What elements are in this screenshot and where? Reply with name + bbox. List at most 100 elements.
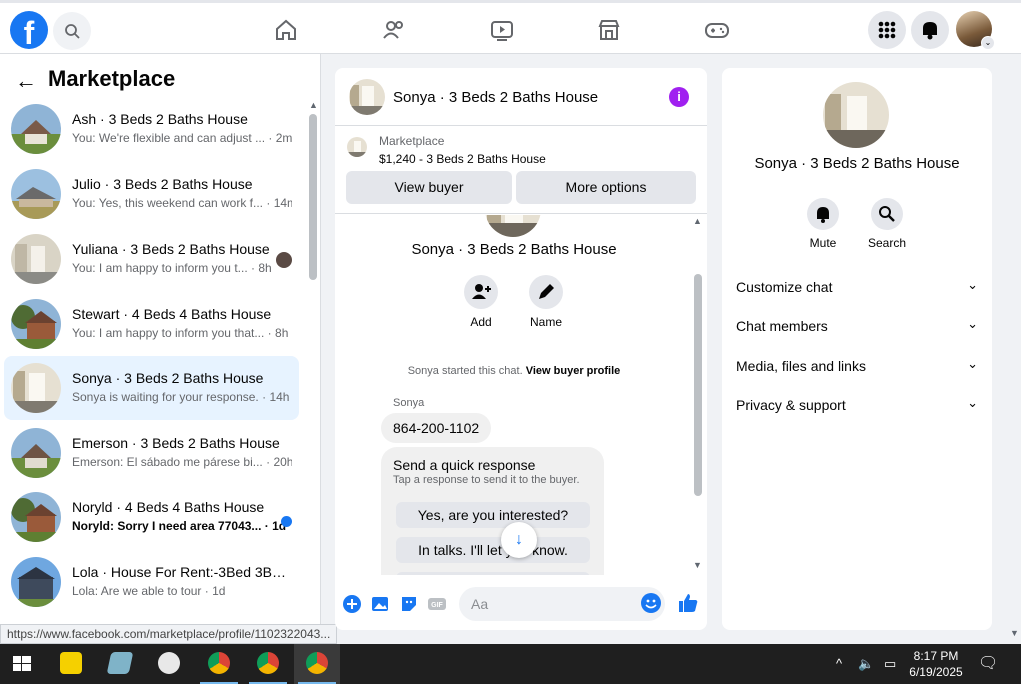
paint-app[interactable] (146, 644, 192, 684)
customize-chat-section[interactable]: Customize chat ⌄ (736, 277, 978, 295)
search-chat-button[interactable]: Search (857, 198, 917, 250)
seen-avatar (276, 252, 292, 268)
conversation-item[interactable]: Ash · 3 Beds 2 Baths House You: We're fl… (4, 97, 299, 161)
listing-thumbnail[interactable] (347, 137, 367, 157)
marketplace-sidebar: ← Marketplace ▲ Ash · 3 Beds 2 Baths Hou… (0, 54, 321, 644)
conversation-item[interactable]: Yuliana · 3 Beds 2 Baths House You: I am… (4, 227, 299, 291)
chat-title[interactable]: Sonya · 3 Beds 2 Baths House (393, 89, 598, 106)
profile-avatar[interactable]: ⌄ (956, 11, 995, 50)
home-icon[interactable] (273, 17, 299, 43)
sidebar-scrollbar[interactable] (309, 114, 317, 280)
conversation-item[interactable]: Stewart · 4 Beds 4 Baths House You: I am… (4, 292, 299, 356)
quick-response-option[interactable] (396, 572, 590, 575)
sticker-icon[interactable] (400, 595, 418, 613)
chat-avatar[interactable] (349, 79, 385, 115)
listing-photo (11, 169, 61, 219)
add-action[interactable]: Add (451, 275, 511, 329)
notification-center-icon[interactable]: 🗨 (978, 653, 998, 673)
more-options-button[interactable]: More options (516, 171, 696, 204)
notifications-button[interactable] (911, 11, 949, 49)
conversation-name: Lola · House For Rent:-3Bed 3Ba... (72, 564, 287, 580)
back-arrow-icon[interactable]: ← (15, 68, 37, 94)
conversation-preview: You: I am happy to inform you that... · … (72, 326, 289, 340)
name-action[interactable]: Name (516, 275, 576, 329)
mute-button[interactable]: Mute (793, 198, 853, 250)
privacy-support-section[interactable]: Privacy & support ⌄ (736, 395, 978, 413)
gif-icon[interactable]: GIF (428, 595, 446, 613)
taskbar-app[interactable] (97, 644, 143, 684)
clock-time: 8:17 PM (913, 649, 959, 663)
gaming-icon[interactable] (704, 17, 730, 43)
network-icon[interactable]: ▭ (884, 656, 896, 672)
view-buyer-button[interactable]: View buyer (346, 171, 512, 204)
sticky-notes-app[interactable] (48, 644, 94, 684)
conversation-item[interactable]: Emerson · 3 Beds 2 Baths House Emerson: … (4, 421, 299, 485)
chrome-icon (257, 652, 279, 674)
conversation-preview: Sonya is waiting for your response. · 14… (72, 390, 290, 404)
photo-icon[interactable] (371, 595, 389, 613)
conversation-item[interactable]: Noryld · 4 Beds 4 Baths House Noryld: So… (4, 485, 299, 549)
chat-members-section[interactable]: Chat members ⌄ (736, 316, 978, 334)
volume-icon[interactable]: 🔈 (858, 656, 874, 672)
emoji-icon[interactable] (641, 593, 661, 613)
add-label: Add (470, 315, 492, 329)
conversation-name: Ash · 3 Beds 2 Baths House (72, 111, 248, 127)
view-buyer-profile-link[interactable]: View buyer profile (526, 365, 621, 377)
add-person-icon (464, 275, 498, 309)
quick-response-title: Send a quick response (393, 457, 536, 473)
quick-response-option[interactable]: Yes, are you interested? (396, 502, 590, 528)
conversation-preview: Lola: Are we able to tour · 1d (72, 584, 226, 598)
message-input[interactable]: Aa (459, 587, 665, 621)
video-icon[interactable] (489, 17, 515, 43)
chevron-down-icon: ⌄ (967, 316, 978, 331)
menu-grid-button[interactable] (868, 11, 906, 49)
chat-scrollbar[interactable] (694, 274, 702, 496)
mute-label: Mute (809, 236, 837, 250)
search-button[interactable] (53, 12, 91, 50)
quick-response-subtitle: Tap a response to send it to the buyer. (393, 474, 580, 486)
chevron-down-icon: ⌄ (981, 36, 995, 50)
plus-icon[interactable] (343, 595, 361, 613)
quick-response-option[interactable]: In talks. I'll let you know. (396, 537, 590, 563)
chat-info-panel: Sonya · 3 Beds 2 Baths House Mute Search… (722, 68, 992, 630)
conversation-name: Julio · 3 Beds 2 Baths House (72, 176, 253, 192)
info-avatar (823, 82, 889, 148)
chat-scroll-up-icon[interactable]: ▲ (693, 216, 702, 226)
chevron-down-icon: ⌄ (967, 277, 978, 292)
chrome-profile-3-active[interactable] (294, 644, 340, 684)
listing-photo (11, 557, 61, 607)
friends-icon[interactable] (381, 17, 407, 43)
scroll-down-icon[interactable]: ↓ (501, 522, 537, 558)
chat-scroll-down-icon[interactable]: ▼ (693, 560, 702, 570)
info-icon[interactable]: i (669, 87, 689, 107)
thumbs-up-icon[interactable] (677, 592, 699, 614)
chrome-profile-1[interactable] (196, 644, 242, 684)
notifications-bell-icon (923, 22, 937, 40)
chevron-up-icon[interactable]: ^ (836, 656, 842, 671)
system-message: Sonya started this chat. View buyer prof… (407, 365, 621, 377)
chat-header: Sonya · 3 Beds 2 Baths House i (335, 68, 707, 126)
start-button[interactable] (0, 644, 46, 684)
clock[interactable]: 8:17 PM 6/19/2025 (906, 648, 966, 680)
listing-photo (11, 363, 61, 413)
conversation-name: Stewart · 4 Beds 4 Baths House (72, 306, 272, 322)
sticky-notes-icon (60, 652, 82, 674)
conversation-item[interactable]: Lola · House For Rent:-3Bed 3Ba... Lola:… (4, 550, 299, 614)
marketplace-icon[interactable] (596, 17, 622, 43)
chat-window: Sonya · 3 Beds 2 Baths House i Marketpla… (335, 68, 707, 630)
listing-price[interactable]: $1,240 - 3 Beds 2 Baths House (379, 152, 546, 166)
search-icon (871, 198, 903, 230)
facebook-logo[interactable]: f (10, 11, 48, 49)
message-bubble[interactable]: 864-200-1102 (381, 413, 492, 443)
scroll-up-arrow-icon[interactable]: ▲ (309, 100, 318, 110)
clock-date: 6/19/2025 (909, 665, 963, 679)
media-files-section[interactable]: Media, files and links ⌄ (736, 356, 978, 374)
conversation-name: Emerson · 3 Beds 2 Baths House (72, 435, 280, 451)
conversation-item-selected[interactable]: Sonya · 3 Beds 2 Baths House Sonya is wa… (4, 356, 299, 420)
svg-text:GIF: GIF (431, 602, 443, 609)
chrome-profile-2[interactable] (245, 644, 291, 684)
listing-kind: Marketplace (379, 134, 445, 148)
thread-avatar (485, 215, 541, 237)
page-scroll-down-icon[interactable]: ▼ (1010, 628, 1019, 638)
conversation-item[interactable]: Julio · 3 Beds 2 Baths House You: Yes, t… (4, 162, 299, 226)
